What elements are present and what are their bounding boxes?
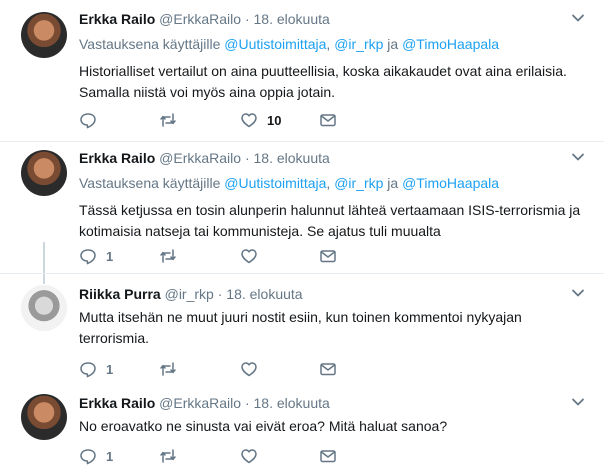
mention-link[interactable]: @Uutistoimittaja [224,36,326,52]
reply-button[interactable] [79,110,106,130]
author-handle[interactable]: @ErkkaRailo [159,150,241,166]
retweet-icon [160,249,176,263]
author-handle[interactable]: @ir_rkp [165,286,214,302]
reply-count: 1 [106,448,114,464]
like-button[interactable] [240,359,267,379]
avatar[interactable] [21,285,67,331]
envelope-icon [320,114,336,127]
envelope-icon [320,250,336,263]
reply-icon [80,362,96,378]
direct-message-button[interactable] [319,110,337,130]
author-name[interactable]: Erkka Railo [79,395,155,411]
chevron-down-icon[interactable] [570,10,586,26]
mention-link[interactable]: @TimoHaapala [402,175,499,191]
tweet-text: No eroavatko ne sinusta vai eivät eroa? … [79,418,448,434]
like-count: 10 [267,112,282,128]
separator-dot: · [244,150,250,166]
tweet-header: Riikka Purra @ir_rkp · 18. elokuuta [79,285,586,303]
author-name[interactable]: Erkka Railo [79,150,155,166]
mention-link[interactable]: @TimoHaapala [402,36,499,52]
tweet-header: Erkka Railo @ErkkaRailo · 18. elokuuta [79,10,586,28]
reply-count: 1 [106,248,114,264]
mention-link[interactable]: @Uutistoimittaja [224,175,326,191]
tweet[interactable]: Erkka Railo @ErkkaRailo · 18. elokuuta N… [0,384,604,472]
tweet[interactable]: Riikka Purra @ir_rkp · 18. elokuuta Mutt… [0,273,604,384]
direct-message-button[interactable] [319,359,337,379]
reply-button[interactable]: 1 [79,446,113,466]
retweet-button[interactable] [159,110,186,130]
author-handle[interactable]: @ErkkaRailo [159,11,241,27]
timestamp[interactable]: 18. elokuuta [254,395,330,411]
retweet-button[interactable] [159,359,186,379]
separator-dot: · [244,395,250,411]
reply-button[interactable]: 1 [79,246,113,266]
mention-separator: ja [387,175,399,191]
reply-icon [80,113,96,129]
tweet-actions: 10 [79,110,379,130]
heart-icon [241,113,257,128]
retweet-icon [160,449,176,463]
tweet[interactable]: Erkka Railo @ErkkaRailo · 18. elokuuta V… [0,141,604,274]
like-button[interactable]: 10 [240,110,281,130]
reply-prefix: Vastauksena käyttäjille [79,175,221,191]
direct-message-button[interactable] [319,246,337,266]
direct-message-button[interactable] [319,446,337,466]
like-button[interactable] [240,446,267,466]
reply-icon [80,249,96,265]
reply-context: Vastauksena käyttäjille @Uutistoimittaja… [79,174,586,192]
tweet-text: Tässä ketjussa en tosin alunperin halunn… [79,202,581,239]
chevron-down-icon[interactable] [570,394,586,410]
avatar[interactable] [21,150,67,196]
heart-icon [241,449,257,464]
author-name[interactable]: Erkka Railo [79,11,155,27]
retweet-icon [160,362,176,376]
timestamp[interactable]: 18. elokuuta [226,286,302,302]
mention-link[interactable]: @ir_rkp [334,175,383,191]
retweet-button[interactable] [159,246,186,266]
retweet-button[interactable] [159,446,186,466]
tweet-actions: 1 [79,359,379,379]
tweet-actions: 1 [79,446,379,466]
retweet-icon [160,113,176,127]
heart-icon [241,362,257,377]
tweet-header: Erkka Railo @ErkkaRailo · 18. elokuuta [79,149,586,167]
heart-icon [241,249,257,264]
separator-dot: · [217,286,223,302]
mention-separator: , [326,36,331,52]
timestamp[interactable]: 18. elokuuta [254,11,330,27]
reply-button[interactable]: 1 [79,359,113,379]
avatar[interactable] [21,12,67,58]
tweet-text: Historialliset vertailut on aina puuttee… [79,63,567,100]
timestamp[interactable]: 18. elokuuta [254,150,330,166]
envelope-icon [320,363,336,376]
envelope-icon [320,450,336,463]
author-name[interactable]: Riikka Purra [79,286,161,302]
separator-dot: · [244,11,250,27]
tweet-header: Erkka Railo @ErkkaRailo · 18. elokuuta [79,394,586,412]
chevron-down-icon[interactable] [570,149,586,165]
reply-icon [80,449,96,465]
reply-context: Vastauksena käyttäjille @Uutistoimittaja… [79,35,586,53]
avatar[interactable] [21,394,67,440]
mention-separator: , [326,175,331,191]
tweet-text: Mutta itsehän ne muut juuri nostit esiin… [79,309,522,346]
chevron-down-icon[interactable] [570,285,586,301]
reply-count: 1 [106,361,114,377]
tweet-actions: 1 [79,246,379,266]
mention-separator: ja [387,36,399,52]
like-button[interactable] [240,246,267,266]
mention-link[interactable]: @ir_rkp [334,36,383,52]
reply-prefix: Vastauksena käyttäjille [79,36,221,52]
tweet[interactable]: Erkka Railo @ErkkaRailo · 18. elokuuta V… [0,0,604,142]
tweet-thread: Erkka Railo @ErkkaRailo · 18. elokuuta V… [0,0,604,472]
author-handle[interactable]: @ErkkaRailo [159,395,241,411]
